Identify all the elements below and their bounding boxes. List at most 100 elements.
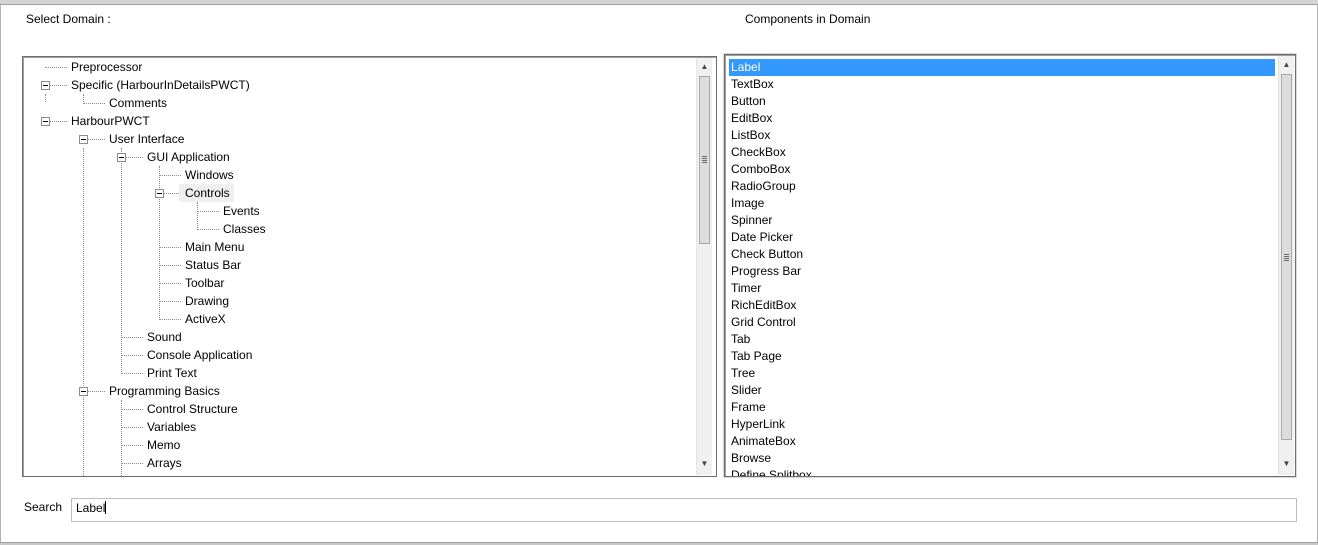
tree-connector: [121, 409, 143, 410]
collapse-user-interface-icon[interactable]: [79, 135, 88, 144]
grip-icon: [1284, 254, 1289, 261]
tree-item-windows[interactable]: Windows: [182, 166, 238, 184]
text-caret: [105, 501, 107, 514]
collapse-controls-icon[interactable]: [155, 189, 164, 198]
list-item-hyperlink[interactable]: HyperLink: [729, 416, 1275, 433]
tree-connector: [45, 94, 46, 102]
tree-item-programming-basics[interactable]: Programming Basics: [106, 382, 224, 400]
list-item-slider[interactable]: Slider: [729, 382, 1275, 399]
arrow-down-icon[interactable]: ▼: [697, 455, 712, 472]
tree-scrollbar-thumb[interactable]: [699, 76, 710, 244]
tree-scrollbar[interactable]: ▲ ▼: [696, 58, 712, 475]
list-item-spinner[interactable]: Spinner: [729, 212, 1275, 229]
tree-item-main-menu[interactable]: Main Menu: [182, 238, 248, 256]
domain-tree[interactable]: Preprocessor Specific (HarbourInDetailsP…: [22, 56, 717, 477]
arrow-up-icon[interactable]: ▲: [1279, 56, 1294, 73]
tree-item-harbourpwct[interactable]: HarbourPWCT: [68, 112, 154, 130]
list-item-richeditbox[interactable]: RichEditBox: [729, 297, 1275, 314]
tree-connector: [50, 121, 67, 122]
tree-item-variables[interactable]: Variables: [144, 418, 200, 436]
tree-connector: [159, 283, 181, 284]
tree-connector: [121, 400, 122, 476]
list-item-timer[interactable]: Timer: [729, 280, 1275, 297]
tree-connector: [121, 373, 143, 374]
tree-connector: [197, 202, 198, 230]
list-item-check-button[interactable]: Check Button: [729, 246, 1275, 263]
tree-connector: [159, 175, 181, 176]
list-item-progress-bar[interactable]: Progress Bar: [729, 263, 1275, 280]
arrow-down-icon[interactable]: ▼: [1279, 455, 1294, 472]
tree-item-print-text[interactable]: Print Text: [144, 364, 201, 382]
tree-connector: [83, 148, 84, 476]
arrow-up-icon[interactable]: ▲: [697, 58, 712, 75]
tree-connector: [159, 265, 181, 266]
tree-connector: [83, 103, 105, 104]
tree-item-console-application[interactable]: Console Application: [144, 346, 256, 364]
list-item-editbox[interactable]: EditBox: [729, 110, 1275, 127]
tree-connector: [121, 463, 143, 464]
list-item-image[interactable]: Image: [729, 195, 1275, 212]
tree-item-control-structure[interactable]: Control Structure: [144, 400, 242, 418]
list-item-date-picker[interactable]: Date Picker: [729, 229, 1275, 246]
tree-connector: [197, 229, 219, 230]
tree-item-drawing[interactable]: Drawing: [182, 292, 233, 310]
tree-item-status-bar[interactable]: Status Bar: [182, 256, 245, 274]
search-label: Search: [24, 500, 63, 514]
list-item-tree[interactable]: Tree: [729, 365, 1275, 382]
tree-connector: [121, 445, 143, 446]
collapse-specific-icon[interactable]: [41, 81, 50, 90]
search-input[interactable]: Label: [71, 498, 1297, 522]
list-item-tab-page[interactable]: Tab Page: [729, 348, 1275, 365]
tree-item-comments[interactable]: Comments: [106, 94, 171, 112]
search-input-value: Label: [76, 501, 106, 515]
tree-item-gui-application[interactable]: GUI Application: [144, 148, 234, 166]
tree-connector: [121, 355, 143, 356]
tree-connector: [159, 319, 181, 320]
list-item-define-splitbox[interactable]: Define Splitbox: [729, 467, 1275, 476]
tree-item-controls[interactable]: Controls: [179, 184, 234, 202]
tree-connector: [159, 247, 181, 248]
list-item-radiogroup[interactable]: RadioGroup: [729, 178, 1275, 195]
tree-item-preprocessor[interactable]: Preprocessor: [68, 58, 146, 76]
list-scrollbar-thumb[interactable]: [1281, 74, 1292, 440]
grip-icon: [702, 156, 707, 163]
tree-connector: [126, 157, 143, 158]
collapse-harbourpwct-icon[interactable]: [41, 117, 50, 126]
tree-connector: [121, 427, 143, 428]
tree-item-specific[interactable]: Specific (HarbourInDetailsPWCT): [68, 76, 254, 94]
list-item-listbox[interactable]: ListBox: [729, 127, 1275, 144]
list-item-checkbox[interactable]: CheckBox: [729, 144, 1275, 161]
list-item-textbox[interactable]: TextBox: [729, 76, 1275, 93]
tree-connector: [45, 67, 67, 68]
tree-connector: [121, 148, 122, 374]
components-list[interactable]: Label TextBox Button EditBox ListBox CheckBox…: [724, 54, 1296, 477]
list-item-label[interactable]: Label: [729, 59, 1275, 76]
tree-connector: [88, 391, 105, 392]
tree-connector: [50, 85, 67, 86]
select-domain-label: Select Domain :: [26, 12, 111, 26]
components-in-domain-label: Components in Domain: [745, 12, 871, 26]
list-item-button[interactable]: Button: [729, 93, 1275, 110]
tree-item-user-interface[interactable]: User Interface: [106, 130, 188, 148]
window-left-border: [0, 5, 1, 545]
list-item-animatebox[interactable]: AnimateBox: [729, 433, 1275, 450]
tree-item-sound[interactable]: Sound: [144, 328, 186, 346]
window-top-border: [0, 0, 1318, 5]
list-scrollbar[interactable]: ▲ ▼: [1278, 56, 1294, 475]
list-item-browse[interactable]: Browse: [729, 450, 1275, 467]
tree-item-classes[interactable]: Classes: [220, 220, 270, 238]
list-item-tab[interactable]: Tab: [729, 331, 1275, 348]
tree-connector: [197, 211, 219, 212]
tree-connector: [88, 139, 105, 140]
collapse-programming-basics-icon[interactable]: [79, 387, 88, 396]
collapse-gui-application-icon[interactable]: [117, 153, 126, 162]
tree-item-activex[interactable]: ActiveX: [182, 310, 230, 328]
tree-item-arrays[interactable]: Arrays: [144, 454, 186, 472]
list-item-combobox[interactable]: ComboBox: [729, 161, 1275, 178]
tree-connector: [159, 301, 181, 302]
tree-item-toolbar[interactable]: Toolbar: [182, 274, 228, 292]
list-item-grid-control[interactable]: Grid Control: [729, 314, 1275, 331]
tree-item-memo[interactable]: Memo: [144, 436, 184, 454]
list-item-frame[interactable]: Frame: [729, 399, 1275, 416]
tree-item-events[interactable]: Events: [220, 202, 264, 220]
